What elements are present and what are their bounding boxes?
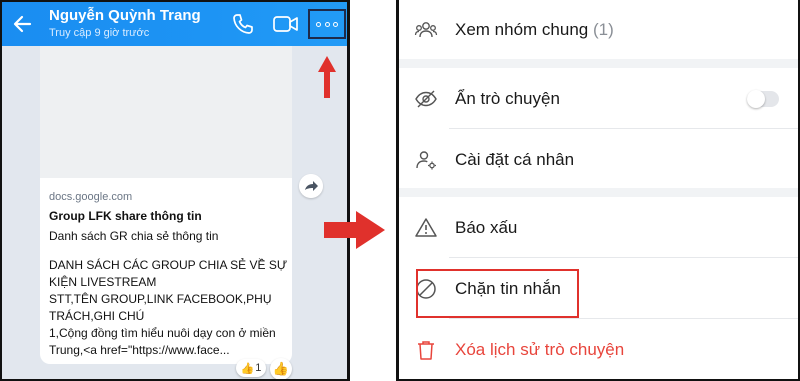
last-seen-status: Truy cập 9 giờ trước <box>49 27 150 39</box>
view-common-groups-item[interactable]: Xem nhóm chung (1) <box>399 8 798 52</box>
chat-header: Nguyễn Quỳnh Trang Truy cập 9 giờ trước <box>2 2 347 46</box>
link-preview-image <box>40 46 292 178</box>
thumbs-up-icon: 👍 <box>272 361 290 376</box>
trash-icon <box>418 341 434 360</box>
share-forward-icon[interactable] <box>299 174 323 198</box>
personal-settings-item[interactable]: Cài đặt cá nhân <box>399 138 798 182</box>
contact-name[interactable]: Nguyễn Quỳnh Trang <box>49 7 201 24</box>
phone-call-icon[interactable] <box>231 12 255 36</box>
personal-settings-label: Cài đặt cá nhân <box>455 150 575 169</box>
link-body-text: DANH SÁCH CÁC GROUP CHIA SẺ VỀ SỰ KIỆN L… <box>49 258 288 357</box>
video-call-icon[interactable] <box>272 12 300 36</box>
section-separator <box>399 188 798 197</box>
view-common-groups-label: Xem nhóm chung <box>455 20 589 39</box>
delete-history-item[interactable]: Xóa lịch sử trò chuyện <box>399 328 798 372</box>
thumbs-up-icon: 👍 <box>240 362 255 375</box>
dot-icon <box>333 22 338 27</box>
hide-chat-toggle[interactable] <box>747 90 779 108</box>
link-preview-message[interactable]: docs.google.com Group LFK share thông ti… <box>40 46 292 364</box>
reaction-count: 1 <box>255 362 262 374</box>
like-button[interactable]: 👍 <box>270 358 292 379</box>
highlight-annotation-box <box>416 269 579 318</box>
user-settings-icon <box>416 151 436 170</box>
hide-chat-item[interactable]: Ẩn trò chuyện <box>399 77 798 121</box>
divider <box>449 257 798 258</box>
back-arrow-icon[interactable] <box>10 11 36 37</box>
link-description: Danh sách GR chia sẻ thông tin <box>49 229 219 243</box>
chat-options-panel: Xem nhóm chung (1) Ẩn trò chuyện Cài đặt… <box>396 0 800 381</box>
delete-history-label: Xóa lịch sử trò chuyện <box>455 340 625 359</box>
dot-icon <box>324 22 330 27</box>
common-groups-count: (1) <box>592 20 614 39</box>
dot-icon <box>316 22 321 27</box>
eye-off-icon <box>415 90 437 108</box>
chat-panel: Nguyễn Quỳnh Trang Truy cập 9 giờ trước … <box>0 0 350 381</box>
reaction-badge[interactable]: 👍 1 <box>236 359 266 377</box>
link-title: Group LFK share thông tin <box>49 209 202 223</box>
hide-chat-label: Ẩn trò chuyện <box>455 89 560 108</box>
warning-triangle-icon <box>415 218 437 237</box>
link-domain: docs.google.com <box>49 191 133 203</box>
divider <box>449 128 798 129</box>
section-separator <box>399 59 798 68</box>
toggle-knob <box>747 90 765 108</box>
group-users-icon <box>414 22 438 38</box>
report-item[interactable]: Báo xấu <box>399 206 798 250</box>
more-options-button[interactable] <box>308 9 346 39</box>
red-right-arrow-annotation <box>324 211 385 249</box>
divider <box>449 318 798 319</box>
red-up-arrow-annotation <box>318 56 336 98</box>
report-label: Báo xấu <box>455 218 518 237</box>
